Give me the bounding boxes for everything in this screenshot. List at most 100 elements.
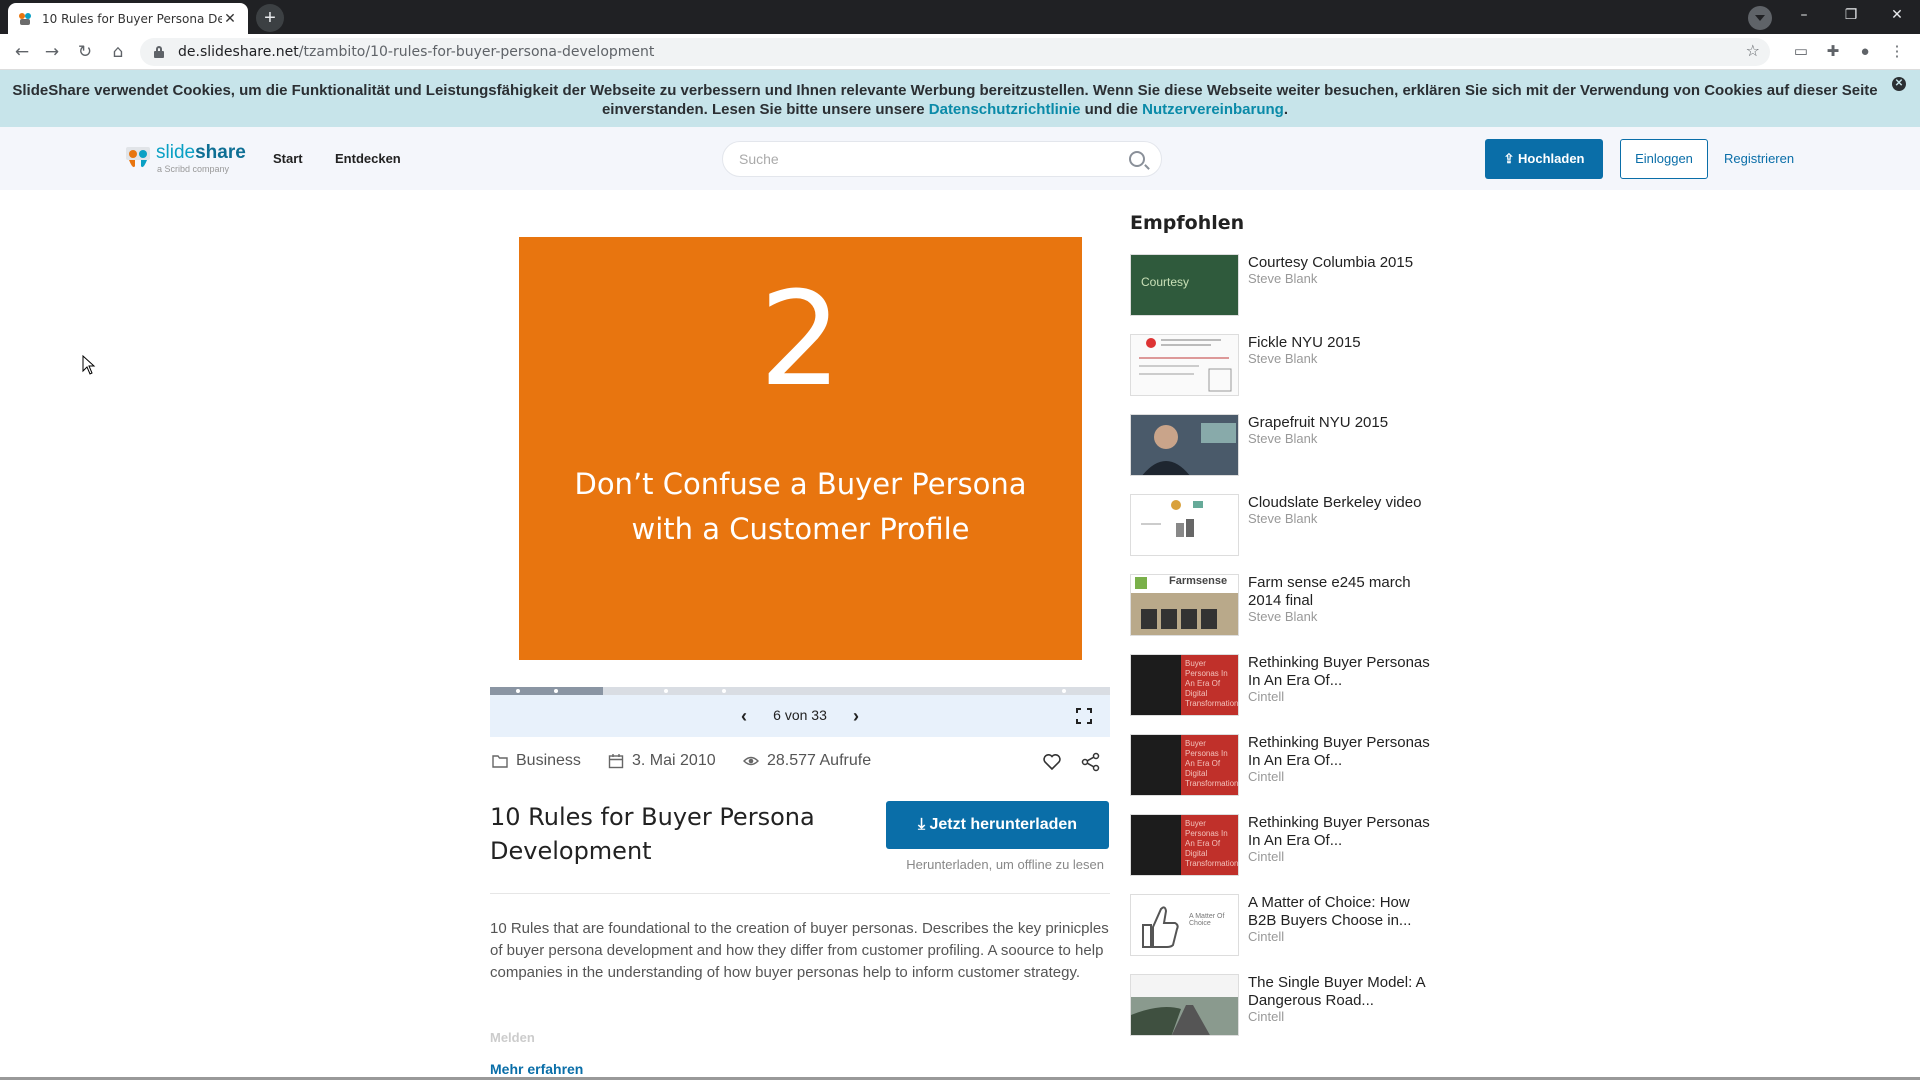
recommended-thumbnail: A Matter Of Choice xyxy=(1130,894,1239,956)
document-title: 10 Rules for Buyer Persona Development xyxy=(490,803,815,865)
recommended-item[interactable]: A Matter Of Choice A Matter of Choice: H… xyxy=(1130,894,1450,958)
recommended-title: Farm sense e245 march 2014 final xyxy=(1248,574,1411,609)
search-input[interactable]: Suche xyxy=(722,141,1162,177)
progress-marker xyxy=(516,689,520,693)
recommended-thumbnail: Buyer Personas In An Era Of Digital Tran… xyxy=(1130,814,1239,876)
download-note: Herunterladen, um offline zu lesen xyxy=(906,857,1104,872)
forward-icon[interactable]: → xyxy=(38,38,66,66)
recommended-item[interactable]: The Single Buyer Model: A Dangerous Road… xyxy=(1130,974,1450,1038)
calendar-icon xyxy=(608,754,624,769)
recommended-title: Fickle NYU 2015 xyxy=(1248,334,1361,351)
search-icon[interactable] xyxy=(1129,151,1145,167)
thumb-road-photo xyxy=(1131,975,1238,1035)
slide-progress-bar[interactable] xyxy=(490,687,1110,695)
logo-wordmark: slideshare xyxy=(156,142,246,164)
progress-marker xyxy=(1062,689,1066,693)
thumb-farmsense-text: Farmsense xyxy=(1169,575,1228,587)
slideshare-logo[interactable]: slideshare a Scribd company xyxy=(125,142,246,174)
tab-search-icon[interactable] xyxy=(1748,6,1772,30)
document-description: 10 Rules that are foundational to the cr… xyxy=(490,920,1109,981)
tab-close-icon[interactable]: ✕ xyxy=(222,10,238,27)
reload-icon[interactable]: ↻ xyxy=(71,38,99,66)
recommended-item[interactable]: Courtesy Courtesy Columbia 2015 Steve Bl… xyxy=(1130,254,1450,318)
thumb-cloudslate-graphic xyxy=(1141,500,1203,537)
recommended-thumbnail xyxy=(1130,974,1239,1036)
new-tab-button[interactable]: + xyxy=(256,4,284,32)
search-placeholder: Suche xyxy=(739,151,779,167)
cookie-close-icon[interactable]: ✕ xyxy=(1892,77,1906,91)
recommended-item[interactable]: Buyer Personas In An Era Of Digital Tran… xyxy=(1130,654,1450,718)
nav-start[interactable]: Start xyxy=(273,151,303,166)
like-heart-icon[interactable] xyxy=(1042,752,1062,772)
cast-icon[interactable]: ▭ xyxy=(1791,42,1811,62)
browser-tab[interactable]: 10 Rules for Buyer Persona Devel ✕ xyxy=(8,3,248,34)
lock-icon xyxy=(154,46,164,58)
address-bar[interactable]: de.slideshare.net/tzambito/10-rules-for-… xyxy=(140,38,1770,66)
slide-number: 2 xyxy=(759,263,842,415)
recommended-thumbnail xyxy=(1130,414,1239,476)
register-link[interactable]: Registrieren xyxy=(1724,151,1794,166)
terms-link[interactable]: Nutzervereinbarung xyxy=(1142,101,1284,118)
recommended-item[interactable]: Grapefruit NYU 2015 Steve Blank xyxy=(1130,414,1450,478)
url-path: /tzambito/10-rules-for-buyer-persona-dev… xyxy=(298,44,655,60)
meta-date: 3. Mai 2010 xyxy=(608,752,716,770)
recommended-title: Rethinking Buyer Personas In An Era Of..… xyxy=(1248,654,1430,689)
login-button[interactable]: Einloggen xyxy=(1620,139,1708,179)
slide-title: Don’t Confuse a Buyer Persona with a Cus… xyxy=(574,467,1027,546)
thumb-fickle-graphic xyxy=(1139,338,1232,392)
prev-slide-icon[interactable]: ‹ xyxy=(734,704,754,728)
meta-views: 28.577 Aufrufe xyxy=(743,752,871,770)
recommended-title: Courtesy Columbia 2015 xyxy=(1248,254,1414,271)
back-icon[interactable]: ← xyxy=(8,38,36,66)
recommended-item[interactable]: Farmsense Farm sense e245 march 2014 fin… xyxy=(1130,574,1450,638)
url-domain: de.slideshare.net xyxy=(178,44,299,60)
cookie-banner: SlideShare verwendet Cookies, um die Fun… xyxy=(0,70,1920,127)
recommended-item[interactable]: Fickle NYU 2015 Steve Blank xyxy=(1130,334,1450,398)
recommended-thumbnail: Buyer Personas In An Era Of Digital Tran… xyxy=(1130,654,1239,716)
recommended-title: A Matter of Choice: How B2B Buyers Choos… xyxy=(1248,894,1412,929)
thumb-choice-text: A Matter Of Choice xyxy=(1189,913,1225,927)
progress-marker xyxy=(722,689,726,693)
download-label: Jetzt herunterladen xyxy=(929,816,1078,833)
thumb-grapefruit-photo xyxy=(1131,415,1238,475)
meta-category[interactable]: Business xyxy=(492,752,581,770)
browser-toolbar: ← → ↻ ⌂ de.slideshare.net/tzambito/10-ru… xyxy=(0,34,1920,70)
home-icon[interactable]: ⌂ xyxy=(104,38,132,66)
close-window-icon[interactable]: ✕ xyxy=(1874,0,1920,30)
minimize-icon[interactable]: – xyxy=(1781,0,1827,30)
recommended-thumbnail xyxy=(1130,494,1239,556)
recommended-title: Cloudslate Berkeley video xyxy=(1248,494,1422,511)
recommended-item[interactable]: Buyer Personas In An Era Of Digital Tran… xyxy=(1130,734,1450,798)
recommended-thumbnail: Buyer Personas In An Era Of Digital Tran… xyxy=(1130,734,1239,796)
next-slide-icon[interactable]: › xyxy=(846,704,866,728)
nav-entdecken[interactable]: Entdecken xyxy=(335,151,401,166)
recommended-heading: Empfohlen xyxy=(1130,212,1245,234)
bookmark-star-icon[interactable]: ☆ xyxy=(1746,41,1760,60)
slide-view[interactable]: 2 Don’t Confuse a Buyer Persona with a C… xyxy=(519,237,1082,660)
upload-button[interactable]: ⇪ Hochladen xyxy=(1485,139,1603,179)
extensions-icon[interactable]: ✚ xyxy=(1823,42,1843,62)
recommended-item[interactable]: Cloudslate Berkeley video Steve Blank xyxy=(1130,494,1450,558)
slide-counter: 6 von 33 xyxy=(773,707,827,723)
privacy-policy-link[interactable]: Datenschutzrichtlinie xyxy=(929,101,1081,118)
recommended-title: The Single Buyer Model: A Dangerous Road… xyxy=(1248,974,1425,1009)
recommended-thumbnail xyxy=(1130,334,1239,396)
progress-marker xyxy=(554,689,558,693)
logo-word-bold: share xyxy=(195,142,246,163)
views-label: 28.577 Aufrufe xyxy=(767,752,872,769)
recommended-title: Grapefruit NYU 2015 xyxy=(1248,414,1389,431)
recommended-author: Cintell xyxy=(1248,689,1285,704)
fullscreen-icon[interactable] xyxy=(1076,708,1092,724)
cookie-and-text: und die xyxy=(1084,101,1138,118)
recommended-title: Rethinking Buyer Personas In An Era Of..… xyxy=(1248,734,1430,769)
menu-kebab-icon[interactable]: ⋮ xyxy=(1887,42,1907,62)
thumb-cintell-text: Buyer Personas In An Era Of Digital Tran… xyxy=(1181,815,1238,875)
recommended-item[interactable]: Buyer Personas In An Era Of Digital Tran… xyxy=(1130,814,1450,878)
profile-avatar-icon[interactable]: ● xyxy=(1855,42,1875,62)
report-link[interactable]: Melden xyxy=(490,1030,535,1045)
download-button[interactable]: ⤓ Jetzt herunterladen xyxy=(886,801,1109,849)
share-icon[interactable] xyxy=(1081,752,1101,772)
restore-icon[interactable]: ❐ xyxy=(1828,0,1874,30)
more-link[interactable]: Mehr erfahren xyxy=(490,1061,583,1077)
eye-icon xyxy=(743,756,759,766)
